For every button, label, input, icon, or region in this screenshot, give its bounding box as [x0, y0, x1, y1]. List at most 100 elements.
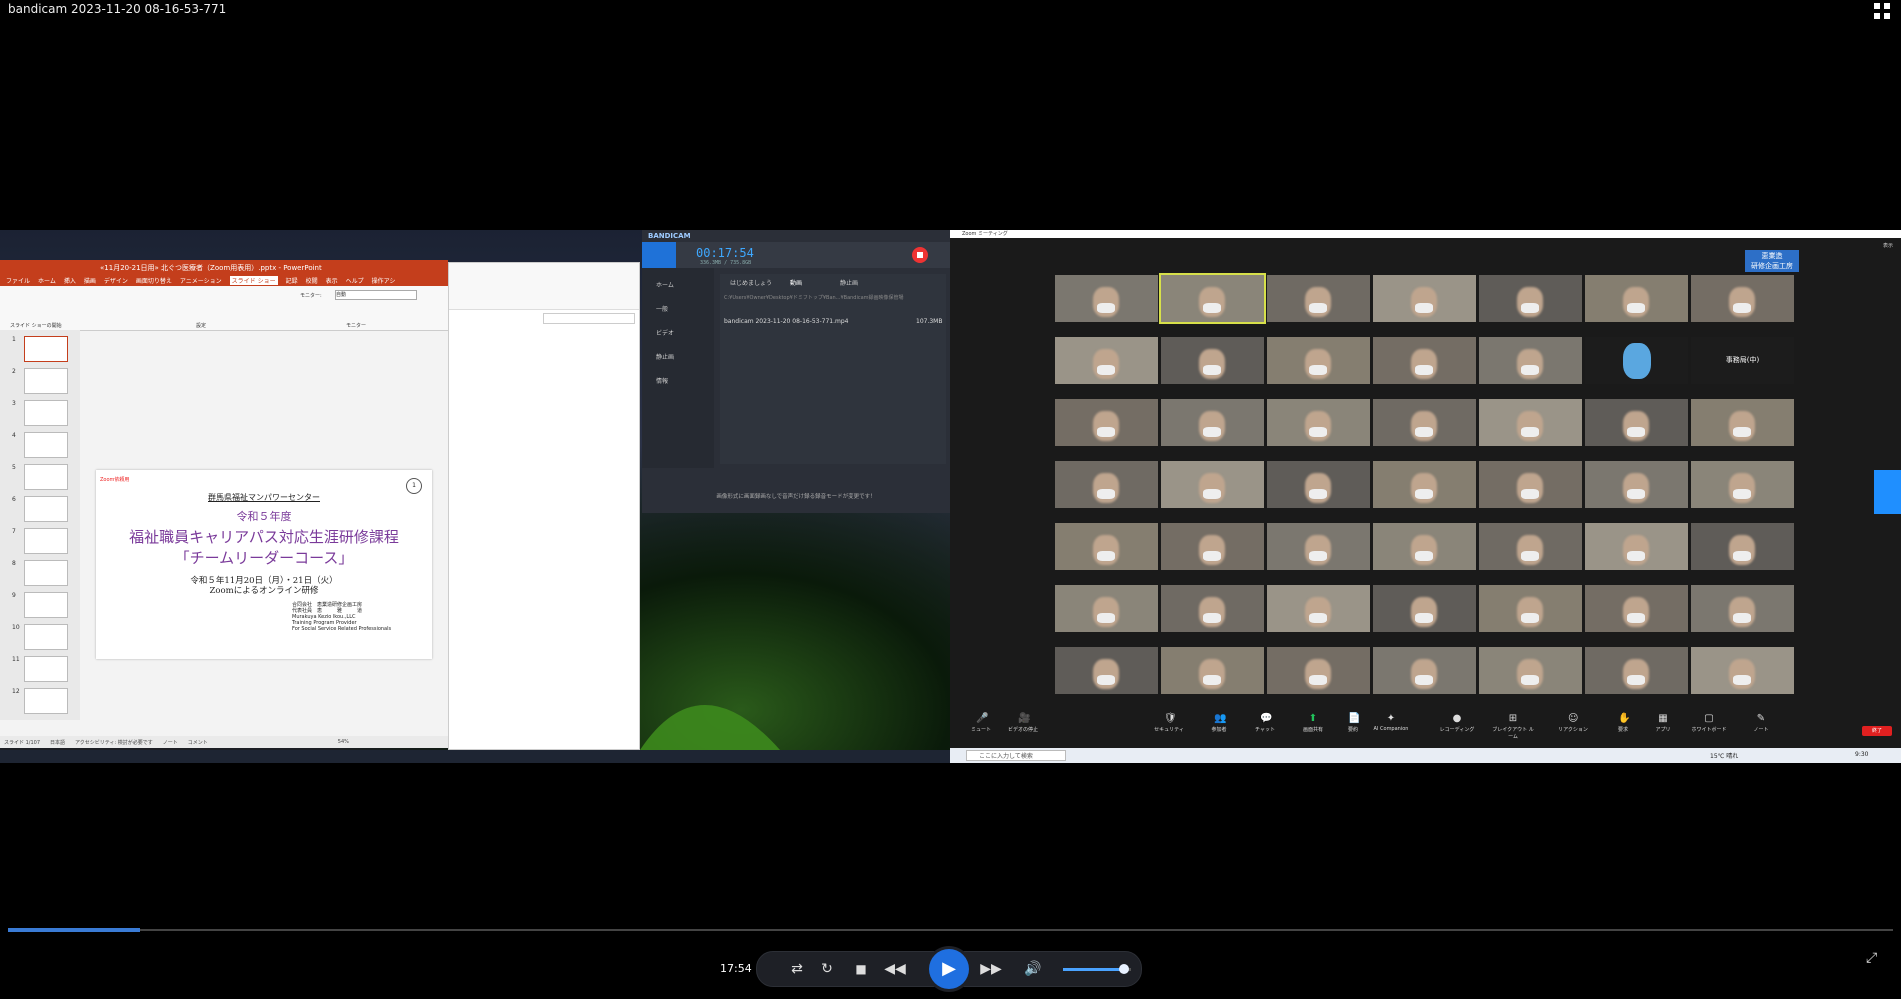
participant-video-tile[interactable] [1479, 523, 1582, 570]
menu-slideshow[interactable]: スライド ショー [229, 275, 278, 285]
slide-thumb[interactable] [24, 624, 68, 650]
participant-video-tile[interactable] [1055, 523, 1158, 570]
participant-video-tile[interactable] [1267, 399, 1370, 446]
stop-icon[interactable]: ■ [847, 952, 875, 986]
slide-thumb[interactable] [24, 400, 68, 426]
explorer-search[interactable] [543, 313, 635, 324]
menu-design[interactable]: デザイン [104, 276, 128, 285]
monitor-select[interactable]: 自動 [335, 290, 417, 300]
nav-general[interactable]: 一般 [656, 304, 668, 313]
status-comments[interactable]: コメント [188, 739, 208, 746]
participant-video-tile[interactable] [1585, 461, 1688, 508]
participant-video-tile[interactable] [1055, 399, 1158, 446]
participant-video-tile[interactable] [1373, 399, 1476, 446]
shuffle-icon[interactable]: ⇄ [783, 952, 811, 986]
repeat-icon[interactable]: ↻ [813, 952, 841, 986]
volume-icon[interactable]: 🔊 [1019, 952, 1047, 986]
participant-video-tile[interactable] [1267, 275, 1370, 322]
menu-insert[interactable]: 挿入 [64, 276, 76, 285]
participant-video-tile[interactable] [1161, 337, 1264, 384]
seek-bar[interactable] [8, 929, 1893, 931]
participant-video-tile[interactable] [1373, 275, 1476, 322]
participant-video-tile[interactable] [1373, 523, 1476, 570]
participant-video-tile[interactable] [1055, 647, 1158, 694]
end-meeting-button[interactable]: 終了 [1862, 726, 1892, 736]
screen-mode-button[interactable] [642, 242, 676, 268]
status-a11y[interactable]: アクセシビリティ: 検討が必要です [75, 739, 153, 746]
participant-video-tile[interactable] [1055, 275, 1158, 322]
participant-video-tile[interactable] [1691, 585, 1794, 632]
participant-video-tile[interactable] [1161, 461, 1264, 508]
slide-thumb[interactable] [24, 496, 68, 522]
participant-video-tile[interactable] [1479, 585, 1582, 632]
nav-image[interactable]: 静止画 [656, 352, 674, 361]
participant-video-tile[interactable] [1585, 523, 1688, 570]
page-next-button[interactable] [1874, 470, 1901, 514]
participant-video-tile[interactable] [1161, 399, 1264, 446]
participant-video-tile[interactable] [1479, 399, 1582, 446]
participant-video-tile[interactable] [1373, 585, 1476, 632]
slide-thumb[interactable] [24, 592, 68, 618]
menu-review[interactable]: 校閲 [306, 276, 318, 285]
participant-video-tile[interactable] [1691, 399, 1794, 446]
participant-video-tile[interactable] [1267, 337, 1370, 384]
slide-thumb[interactable] [24, 432, 68, 458]
zoom-toolbar-button[interactable]: 🎥 ビデオの停止 [1000, 714, 1046, 734]
menu-record[interactable]: 記録 [286, 276, 298, 285]
status-zoom[interactable]: 54% [338, 739, 349, 745]
zoom-toolbar-button[interactable]: ▦ アプリ [1640, 714, 1686, 734]
exit-fullscreen-icon[interactable] [1873, 2, 1891, 20]
participant-video-tile[interactable] [1373, 461, 1476, 508]
participant-video-tile[interactable] [1159, 273, 1266, 324]
menu-file[interactable]: ファイル [6, 276, 30, 285]
participant-video-tile[interactable] [1161, 585, 1264, 632]
menu-view[interactable]: 表示 [326, 276, 338, 285]
tab-video[interactable]: 動画 [790, 278, 802, 287]
zoom-toolbar-button[interactable]: ▢ ホワイトボード [1686, 714, 1732, 734]
menu-help[interactable]: ヘルプ [346, 276, 364, 285]
nav-video[interactable]: ビデオ [656, 328, 674, 337]
participant-video-tile[interactable] [1373, 337, 1476, 384]
menu-home[interactable]: ホーム [38, 276, 56, 285]
zoom-toolbar-button[interactable]: ✎ ノート [1738, 714, 1784, 734]
recording-file[interactable]: bandicam 2023-11-20 08-16-53-771.mp4 [724, 318, 849, 325]
zoom-toolbar-button[interactable]: 🎤 ミュート [958, 714, 1004, 734]
participant-video-tile[interactable] [1267, 585, 1370, 632]
participant-video-tile[interactable] [1267, 461, 1370, 508]
participant-video-tile[interactable] [1479, 275, 1582, 322]
participant-video-tile[interactable] [1267, 523, 1370, 570]
nav-about[interactable]: 情報 [656, 376, 668, 385]
fast-forward-icon[interactable]: ▶▶ [977, 952, 1005, 986]
slide-thumb[interactable] [24, 688, 68, 714]
taskbar-search[interactable]: ここに入力して検索 [966, 750, 1066, 761]
zoom-toolbar-button[interactable]: 🛡 セキュリティ [1146, 714, 1192, 734]
participant-video-tile[interactable] [1373, 647, 1476, 694]
participant-video-tile[interactable] [1585, 585, 1688, 632]
participant-video-tile[interactable] [1691, 647, 1794, 694]
participant-video-tile[interactable] [1161, 523, 1264, 570]
participant-video-tile[interactable] [1161, 647, 1264, 694]
participant-video-tile[interactable] [1055, 337, 1158, 384]
expand-icon[interactable]: ⤢ [1866, 950, 1884, 968]
slide-thumb[interactable] [24, 464, 68, 490]
participant-video-tile[interactable] [1691, 275, 1794, 322]
slide-canvas[interactable]: Zoom依頼用 1 群馬県福祉マンパワーセンター 令和５年度 福祉職員キャリアパ… [96, 470, 432, 659]
participant-video-tile[interactable] [1479, 647, 1582, 694]
zoom-toolbar-button[interactable]: ☺ リアクション [1550, 714, 1596, 734]
participant-video-tile[interactable] [1267, 647, 1370, 694]
zoom-toolbar-button[interactable]: ✦ AI Companion [1368, 714, 1414, 733]
participant-video-tile[interactable] [1585, 337, 1688, 384]
participant-video-tile[interactable] [1055, 461, 1158, 508]
zoom-toolbar-button[interactable]: ⊞ ブレイクアウト ルーム [1490, 714, 1536, 741]
zoom-toolbar-button[interactable]: 👥 参加者 [1196, 714, 1242, 734]
slide-thumb[interactable] [24, 656, 68, 682]
participant-video-tile[interactable] [1479, 337, 1582, 384]
participant-video-tile[interactable] [1691, 523, 1794, 570]
volume-knob[interactable] [1119, 964, 1129, 974]
participant-video-tile[interactable] [1479, 461, 1582, 508]
menu-draw[interactable]: 描画 [84, 276, 96, 285]
participant-video-tile[interactable] [1691, 461, 1794, 508]
nav-home[interactable]: ホーム [656, 280, 674, 289]
rewind-icon[interactable]: ◀◀ [881, 952, 909, 986]
tab-image[interactable]: 静止画 [840, 278, 858, 287]
